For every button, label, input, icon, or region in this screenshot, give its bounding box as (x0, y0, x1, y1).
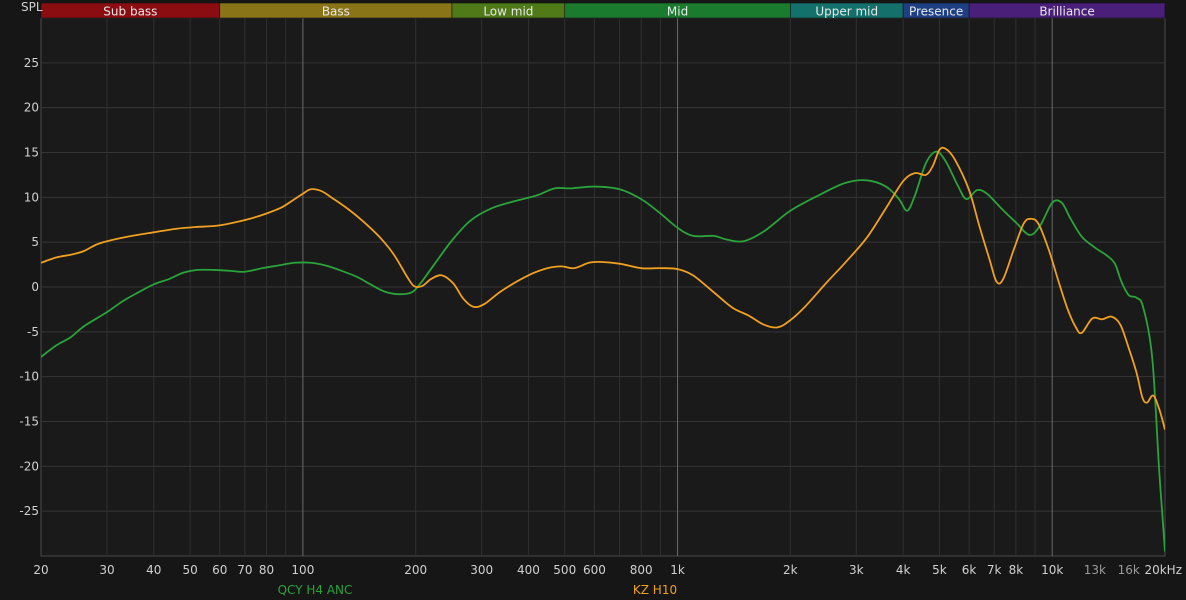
y-tick-label: -20 (19, 459, 39, 473)
x-tick-label: 30 (99, 563, 114, 577)
y-tick-label: 25 (24, 56, 39, 70)
y-tick-label: 20 (24, 101, 39, 115)
y-tick-label: -10 (19, 370, 39, 384)
band-label: Sub bass (103, 5, 157, 19)
x-tick-label: 600 (583, 563, 606, 577)
x-tick-label: 20 (33, 563, 48, 577)
y-tick-label: 10 (24, 190, 39, 204)
y-tick-label: 5 (31, 235, 39, 249)
band-label: Bass (322, 5, 350, 19)
frequency-bands: Sub bass Bass Low mid Mid Upper mid Presence B… (40, 2, 1166, 19)
x-tick-label: 5k (932, 563, 947, 577)
x-tick-label: 1k (670, 563, 685, 577)
x-tick-label: 500 (553, 563, 576, 577)
y-tick-label: -25 (19, 504, 39, 518)
x-tick-label: 60 (212, 563, 227, 577)
legend-entry: QCY H4 ANC (278, 583, 353, 597)
x-tick-label: 16k (1118, 563, 1140, 577)
y-axis-label: SPL (21, 0, 43, 14)
x-tick-label: 6k (962, 563, 977, 577)
x-tick-label: 7k (987, 563, 1002, 577)
x-tick-label: 50 (182, 563, 197, 577)
band-label: Brilliance (1039, 5, 1094, 19)
frequency-response-chart: Sub bass Bass Low mid Mid Upper mid Presence B… (0, 0, 1186, 600)
x-tick-label: 8k (1009, 563, 1024, 577)
x-tick-label: 80 (259, 563, 274, 577)
x-tick-label: 800 (630, 563, 653, 577)
x-tick-label: 70 (237, 563, 252, 577)
grid (40, 17, 1166, 557)
y-tick-label: 15 (24, 146, 39, 160)
y-tick-label: -15 (19, 415, 39, 429)
band-label: Upper mid (815, 5, 878, 19)
legend-entry: KZ H10 (633, 583, 677, 597)
y-tick-label: -5 (27, 325, 39, 339)
band-label: Mid (667, 5, 688, 19)
x-tick-label: 200 (404, 563, 427, 577)
x-tick-label: 2k (783, 563, 798, 577)
x-tick-label: 13k (1084, 563, 1106, 577)
x-tick-label: 40 (146, 563, 161, 577)
x-tick-label: 3k (849, 563, 864, 577)
band-label: Presence (909, 5, 963, 19)
x-tick-label: 100 (291, 563, 314, 577)
x-tick-label: 4k (896, 563, 911, 577)
x-tick-label: 20kHz (1144, 563, 1182, 577)
band-label: Low mid (483, 5, 533, 19)
x-tick-label: 10k (1041, 563, 1063, 577)
x-tick-label: 300 (470, 563, 493, 577)
y-tick-label: 0 (31, 280, 39, 294)
x-tick-label: 400 (517, 563, 540, 577)
